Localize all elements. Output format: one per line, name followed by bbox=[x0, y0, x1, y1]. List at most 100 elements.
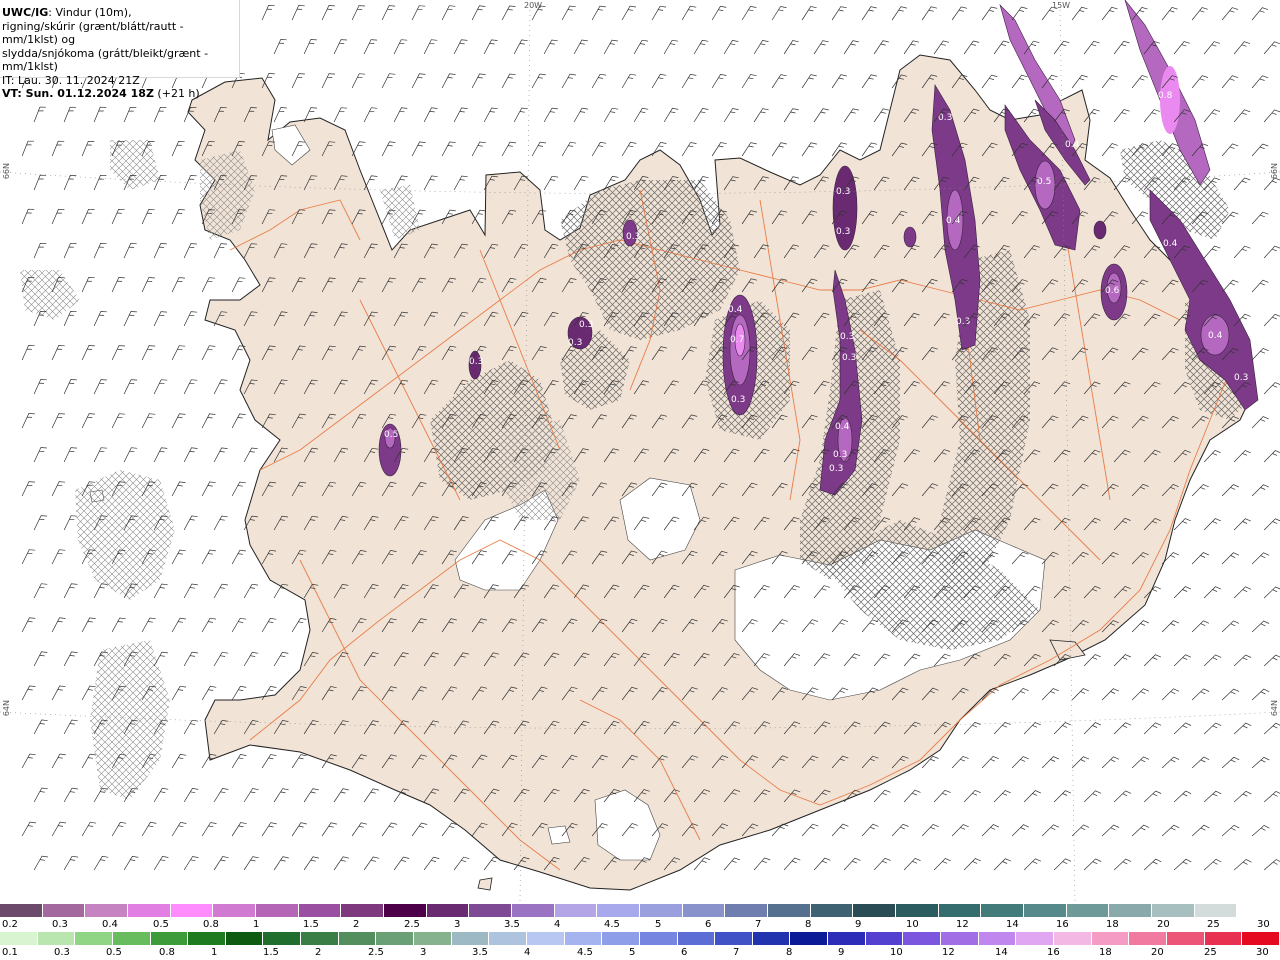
wind-barb bbox=[273, 39, 287, 55]
wind-barb bbox=[243, 447, 258, 463]
legend-tick-label: 7 bbox=[755, 919, 762, 930]
wind-barb bbox=[1233, 245, 1251, 259]
wind-barb bbox=[1011, 687, 1029, 701]
wind-barb bbox=[1101, 756, 1120, 769]
wind-barb bbox=[753, 40, 769, 55]
wind-barb bbox=[561, 5, 576, 21]
wind-barb bbox=[33, 651, 48, 667]
wind-barb bbox=[393, 39, 408, 55]
legend-tick-label: 1 bbox=[211, 947, 218, 958]
wind-barb bbox=[1191, 7, 1208, 21]
wind-barb bbox=[1053, 790, 1072, 803]
wind-barb bbox=[213, 856, 229, 871]
wind-barb bbox=[201, 685, 217, 701]
wind-barb bbox=[1161, 688, 1180, 701]
wind-barb bbox=[543, 107, 558, 123]
legend-swatch bbox=[597, 904, 641, 917]
wind-barb bbox=[63, 651, 78, 667]
legend-swatch bbox=[150, 932, 189, 945]
wind-barb bbox=[33, 242, 47, 259]
contour-label: 0.6 bbox=[1105, 286, 1120, 296]
wind-barb bbox=[183, 379, 198, 395]
wind-barb bbox=[1251, 620, 1270, 633]
wind-barb bbox=[1023, 790, 1041, 803]
wind-barb bbox=[171, 822, 187, 837]
legend-tick-label: 16 bbox=[1056, 919, 1069, 930]
wind-barb bbox=[153, 311, 168, 327]
wind-barb bbox=[21, 617, 36, 633]
wind-barb bbox=[1221, 484, 1239, 497]
wind-barb bbox=[1161, 824, 1180, 837]
wind-barb bbox=[861, 74, 877, 89]
legend-tick-label: 1.5 bbox=[303, 919, 319, 930]
legend-tick-label: 2 bbox=[353, 919, 360, 930]
legend-swatch bbox=[1237, 904, 1280, 917]
wind-barb bbox=[723, 857, 741, 871]
legend-tick-label: 30 bbox=[1257, 919, 1270, 930]
wind-barb bbox=[243, 651, 259, 667]
wind-barb bbox=[231, 549, 246, 565]
wind-barb bbox=[633, 39, 649, 55]
legend-swatch bbox=[0, 932, 38, 945]
wind-barb bbox=[183, 311, 198, 327]
wind-barb bbox=[201, 481, 216, 497]
contour-label: 0.4 bbox=[946, 216, 961, 226]
legend-swatch bbox=[640, 904, 683, 917]
legend-swatch bbox=[602, 932, 640, 945]
lat-label-66n-right: 66N bbox=[1270, 163, 1279, 180]
wind-barb bbox=[531, 73, 546, 89]
legend-swatch bbox=[213, 904, 257, 917]
wind-barb bbox=[603, 39, 618, 55]
wind-barb bbox=[231, 277, 246, 293]
wind-barb bbox=[1191, 552, 1209, 565]
wind-barb bbox=[1263, 245, 1280, 259]
wind-barb bbox=[171, 617, 186, 633]
wind-barb bbox=[1263, 586, 1280, 599]
wind-barb bbox=[633, 107, 649, 123]
wind-barb bbox=[1251, 279, 1269, 293]
wind-barb bbox=[123, 379, 138, 395]
wind-barb bbox=[411, 822, 428, 837]
wind-barb bbox=[843, 108, 859, 123]
wind-barb bbox=[993, 790, 1011, 803]
wind-barb bbox=[1221, 620, 1240, 633]
legend-swatch bbox=[1016, 932, 1054, 945]
wind-barb bbox=[123, 855, 139, 871]
wind-barb bbox=[591, 73, 607, 89]
wind-barb bbox=[51, 753, 66, 769]
wind-barb bbox=[321, 822, 337, 837]
legend-swatch bbox=[810, 904, 854, 917]
wind-barb bbox=[981, 755, 999, 769]
wind-barb bbox=[933, 858, 951, 871]
wind-barb bbox=[1221, 7, 1239, 21]
wind-barb bbox=[873, 40, 889, 55]
wind-barb bbox=[561, 73, 576, 89]
wind-barb bbox=[201, 413, 216, 429]
wind-barb bbox=[231, 413, 246, 429]
wind-barb bbox=[1023, 858, 1042, 871]
wind-barb bbox=[261, 5, 275, 21]
wind-barb bbox=[1113, 790, 1132, 803]
legend-tick-label: 0.3 bbox=[54, 947, 70, 958]
wind-barb bbox=[543, 175, 559, 191]
wind-barb bbox=[1263, 790, 1280, 803]
wind-barb bbox=[111, 209, 125, 225]
wind-barb bbox=[21, 685, 36, 701]
wind-barb bbox=[513, 39, 528, 55]
wind-barb bbox=[453, 175, 468, 191]
wind-barb bbox=[111, 617, 126, 633]
wind-barb bbox=[51, 208, 65, 225]
wind-barb bbox=[231, 685, 247, 701]
legend-tick-label: 0.2 bbox=[2, 919, 18, 930]
wind-barb bbox=[333, 39, 347, 55]
wind-barb bbox=[1221, 824, 1240, 837]
wind-barb bbox=[201, 345, 216, 361]
wind-barb bbox=[51, 481, 66, 497]
wind-barb bbox=[783, 108, 799, 123]
wind-barb bbox=[471, 73, 486, 89]
wind-barb bbox=[1221, 75, 1239, 89]
wind-barb bbox=[903, 789, 921, 803]
wind-barb bbox=[1233, 722, 1252, 735]
wind-barb bbox=[1191, 824, 1210, 837]
wind-barb bbox=[483, 856, 500, 871]
